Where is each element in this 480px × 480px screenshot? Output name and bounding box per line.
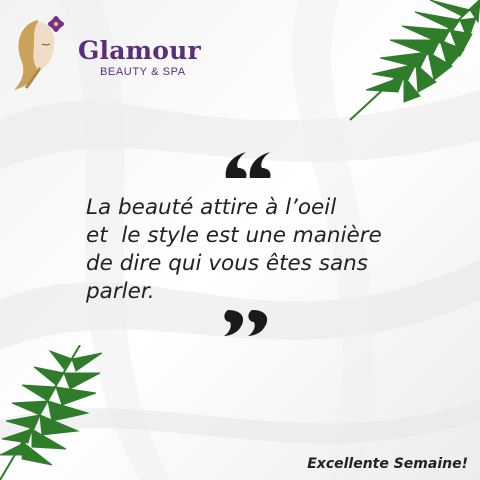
palm-leaf-top-right-icon [349,0,480,121]
quote-line: parler. [86,279,155,304]
close-quote-icon [224,310,268,336]
woman-face-flower-icon [14,16,64,90]
weekly-greeting: Excellente Semaine! [307,456,468,472]
quote-line: La beauté attire à l’oeil [86,195,337,220]
quote-line: de dire qui vous êtes sans [86,251,368,276]
quote-line: et le style est une manière [86,223,382,248]
brand-subtitle: BEAUTY & SPA [100,66,186,78]
brand-name: Glamour [78,36,201,65]
open-quote-icon [225,152,271,178]
quote-text: La beauté attire à l’oeil et le style es… [86,194,446,306]
brand-logo: Glamour BEAUTY & SPA [12,14,202,94]
palm-leaf-bottom-left-icon [0,345,103,480]
